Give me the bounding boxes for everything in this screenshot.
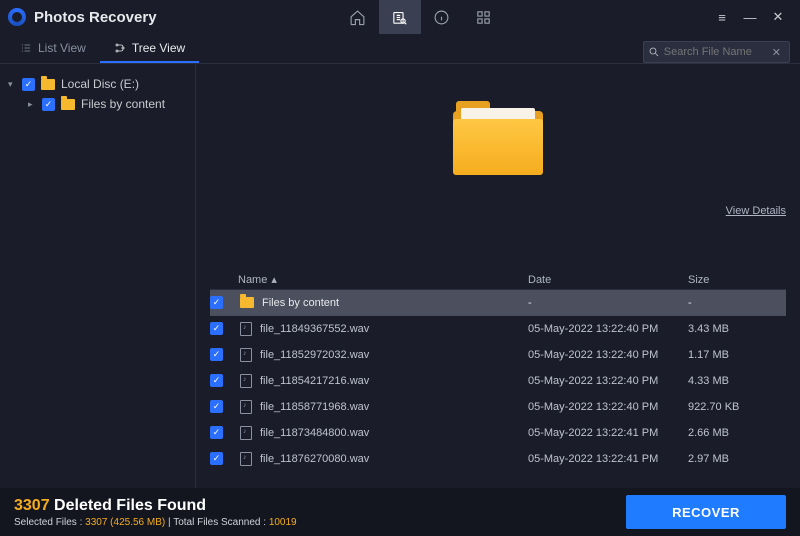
tab-list-label: List View [38, 41, 86, 55]
file-size: 1.17 MB [688, 349, 778, 361]
view-tab-row: List View Tree View ✕ [0, 34, 800, 64]
file-date: 05-May-2022 13:22:40 PM [528, 349, 688, 361]
checkbox[interactable]: ✓ [22, 78, 35, 91]
close-button[interactable]: ✕ [764, 0, 792, 34]
file-name: file_11854217216.wav [260, 375, 369, 387]
search-box[interactable]: ✕ [643, 41, 790, 63]
grid-icon [475, 9, 492, 26]
file-date: - [528, 297, 688, 309]
file-grid-header: Name▴ Date Size [210, 264, 786, 290]
info-icon [433, 9, 450, 26]
footer-text: 3307 Deleted Files Found Selected Files … [14, 497, 297, 528]
clear-search-button[interactable]: ✕ [768, 46, 785, 59]
col-date[interactable]: Date [528, 274, 688, 286]
content-pane: View Details Name▴ Date Size ✓ Files by c… [196, 64, 800, 488]
audio-file-icon [240, 452, 252, 466]
caret-icon: ▸ [28, 99, 36, 110]
checkbox[interactable]: ✓ [210, 322, 223, 335]
table-row[interactable]: ✓ file_11858771968.wav 05-May-2022 13:22:4… [210, 394, 786, 420]
audio-file-icon [240, 348, 252, 362]
tree-node-root[interactable]: ▾ ✓ Local Disc (E:) [0, 74, 195, 94]
table-row[interactable]: ✓ file_11852972032.wav 05-May-2022 13:22:4… [210, 342, 786, 368]
minimize-button[interactable]: — [736, 0, 764, 34]
file-date: 05-May-2022 13:22:41 PM [528, 427, 688, 439]
tree-root-label: Local Disc (E:) [61, 77, 139, 91]
recover-button[interactable]: RECOVER [626, 495, 786, 529]
file-name: file_11876270080.wav [260, 453, 369, 465]
checkbox[interactable]: ✓ [210, 452, 223, 465]
file-size: 922.70 KB [688, 401, 778, 413]
home-button[interactable] [337, 0, 379, 34]
table-row[interactable]: ✓ Files by content -- [210, 290, 786, 316]
sidebar-tree: ▾ ✓ Local Disc (E:) ▸ ✓ Files by content [0, 64, 196, 488]
table-row[interactable]: ✓ file_11873484800.wav 05-May-2022 13:22:4… [210, 420, 786, 446]
checkbox[interactable]: ✓ [210, 348, 223, 361]
search-icon [648, 46, 660, 58]
sort-asc-icon: ▴ [271, 273, 277, 286]
view-details-link[interactable]: View Details [726, 205, 786, 217]
file-name: file_11873484800.wav [260, 427, 369, 439]
checkbox[interactable]: ✓ [210, 400, 223, 413]
col-size[interactable]: Size [688, 274, 778, 286]
apps-button[interactable] [463, 0, 505, 34]
file-date: 05-May-2022 13:22:41 PM [528, 453, 688, 465]
footer-subline: Selected Files : 3307 (425.56 MB) | Tota… [14, 517, 297, 528]
toolbar-group [337, 0, 505, 34]
info-button[interactable] [421, 0, 463, 34]
checkbox[interactable]: ✓ [210, 426, 223, 439]
table-row[interactable]: ✓ file_11854217216.wav 05-May-2022 13:22:4… [210, 368, 786, 394]
file-size: 4.33 MB [688, 375, 778, 387]
file-size: 3.43 MB [688, 323, 778, 335]
folder-icon [240, 297, 254, 308]
file-name: file_11849367552.wav [260, 323, 369, 335]
col-name[interactable]: Name▴ [238, 273, 528, 286]
file-date: 05-May-2022 13:22:40 PM [528, 401, 688, 413]
tab-list-view[interactable]: List View [6, 35, 100, 63]
big-folder-icon [453, 111, 543, 175]
file-size: 2.97 MB [688, 453, 778, 465]
tree-icon [114, 42, 126, 54]
menu-button[interactable]: ≡ [708, 0, 736, 34]
title-bar: Photos Recovery ≡ — ✕ [0, 0, 800, 34]
app-title: Photos Recovery [34, 9, 157, 26]
audio-file-icon [240, 400, 252, 414]
checkbox[interactable]: ✓ [210, 374, 223, 387]
scan-icon [391, 9, 408, 26]
tab-tree-view[interactable]: Tree View [100, 35, 199, 63]
tree-child-label: Files by content [81, 97, 165, 111]
home-icon [349, 9, 366, 26]
file-grid-body: ✓ Files by content -- ✓ file_11849367552.wav… [210, 290, 786, 472]
tab-tree-label: Tree View [132, 41, 185, 55]
tree-node-child[interactable]: ▸ ✓ Files by content [0, 94, 195, 114]
table-row[interactable]: ✓ file_11849367552.wav 05-May-2022 13:22:4… [210, 316, 786, 342]
audio-file-icon [240, 426, 252, 440]
file-name: file_11858771968.wav [260, 401, 369, 413]
search-input[interactable] [664, 46, 764, 58]
checkbox[interactable]: ✓ [42, 98, 55, 111]
checkbox[interactable]: ✓ [210, 296, 223, 309]
folder-icon [61, 99, 75, 110]
file-size: - [688, 297, 778, 309]
audio-file-icon [240, 374, 252, 388]
audio-file-icon [240, 322, 252, 336]
caret-icon: ▾ [8, 79, 16, 90]
found-count: 3307 Deleted Files Found [14, 497, 297, 515]
file-name: file_11852972032.wav [260, 349, 369, 361]
window-controls: ≡ — ✕ [708, 0, 792, 34]
folder-preview: View Details [210, 64, 786, 264]
file-date: 05-May-2022 13:22:40 PM [528, 323, 688, 335]
footer-bar: 3307 Deleted Files Found Selected Files … [0, 488, 800, 536]
file-size: 2.66 MB [688, 427, 778, 439]
folder-icon [41, 79, 55, 90]
scan-button[interactable] [379, 0, 421, 34]
list-icon [20, 42, 32, 54]
file-name: Files by content [262, 297, 339, 309]
main-area: ▾ ✓ Local Disc (E:) ▸ ✓ Files by content… [0, 64, 800, 488]
table-row[interactable]: ✓ file_11876270080.wav 05-May-2022 13:22:4… [210, 446, 786, 472]
file-date: 05-May-2022 13:22:40 PM [528, 375, 688, 387]
app-logo-icon [8, 8, 26, 26]
